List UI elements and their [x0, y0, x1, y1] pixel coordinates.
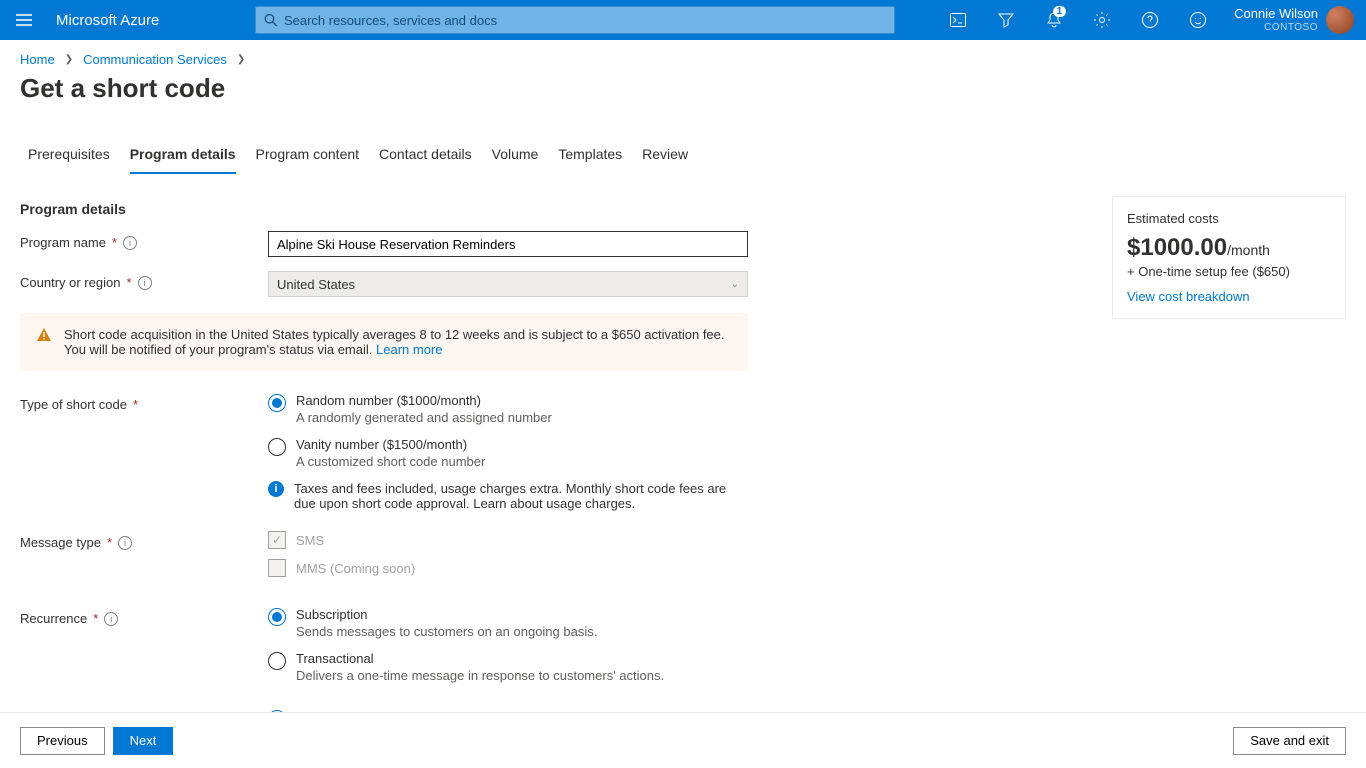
info-icon: i: [268, 481, 284, 497]
tab-program-details[interactable]: Program details: [130, 138, 236, 174]
topbar: Microsoft Azure 1 Connie Wilson CONTOSO: [0, 0, 1366, 40]
tab-templates[interactable]: Templates: [558, 138, 622, 174]
random-number-desc: A randomly generated and assigned number: [296, 410, 552, 425]
radio-random-number[interactable]: [268, 394, 286, 412]
chevron-down-icon: ⌄: [731, 279, 739, 290]
breadcrumb-comm-services[interactable]: Communication Services: [83, 52, 227, 67]
mms-label: MMS (Coming soon): [296, 561, 415, 576]
tab-contact-details[interactable]: Contact details: [379, 138, 472, 174]
tab-review[interactable]: Review: [642, 138, 688, 174]
warning-learn-more[interactable]: Learn more: [376, 342, 442, 357]
search-input[interactable]: [284, 13, 886, 28]
vanity-number-desc: A customized short code number: [296, 454, 485, 469]
search-icon: [264, 13, 278, 27]
topbar-icons: 1: [934, 0, 1222, 40]
brand-label: Microsoft Azure: [48, 12, 255, 29]
help-icon[interactable]: [1126, 0, 1174, 40]
user-tenant: CONTOSO: [1234, 22, 1318, 33]
next-button[interactable]: Next: [113, 727, 174, 755]
info-icon[interactable]: i: [118, 536, 132, 550]
program-name-label: Program name: [20, 235, 106, 250]
cost-panel: Estimated costs $1000.00/month + One-tim…: [1112, 196, 1346, 319]
hamburger-menu[interactable]: [0, 14, 48, 26]
directory-filter-icon[interactable]: [982, 0, 1030, 40]
radio-vanity-number[interactable]: [268, 438, 286, 456]
required-mark: *: [107, 535, 112, 550]
subscription-desc: Sends messages to customers on an ongoin…: [296, 624, 597, 639]
tab-program-content[interactable]: Program content: [256, 138, 360, 174]
chevron-right-icon: ❯: [65, 54, 73, 65]
notification-badge: 1: [1053, 6, 1067, 17]
chevron-right-icon: ❯: [237, 54, 245, 65]
cost-per: /month: [1227, 242, 1270, 258]
message-type-label: Message type: [20, 535, 101, 550]
cost-sub: + One-time setup fee ($650): [1127, 264, 1331, 279]
warning-icon: [36, 327, 52, 357]
page-title: Get a short code: [20, 73, 1346, 104]
required-mark: *: [133, 397, 138, 412]
save-and-exit-button[interactable]: Save and exit: [1233, 727, 1346, 755]
info-icon[interactable]: i: [104, 612, 118, 626]
type-of-short-code-label: Type of short code: [20, 397, 127, 412]
country-value: United States: [277, 277, 355, 292]
recurrence-label: Recurrence: [20, 611, 87, 626]
tab-prerequisites[interactable]: Prerequisites: [28, 138, 110, 174]
info-icon[interactable]: i: [138, 276, 152, 290]
required-mark: *: [112, 235, 117, 250]
tab-volume[interactable]: Volume: [492, 138, 539, 174]
cloud-shell-icon[interactable]: [934, 0, 982, 40]
country-select: United States ⌄: [268, 271, 748, 297]
notifications-icon[interactable]: 1: [1030, 0, 1078, 40]
avatar: [1326, 6, 1354, 34]
country-label: Country or region: [20, 275, 120, 290]
user-menu[interactable]: Connie Wilson CONTOSO: [1222, 6, 1366, 34]
warning-banner: Short code acquisition in the United Sta…: [20, 313, 748, 371]
radio-subscription[interactable]: [268, 608, 286, 626]
tabs: Prerequisites Program details Program co…: [20, 138, 1346, 175]
breadcrumb: Home ❯ Communication Services ❯: [20, 52, 1346, 67]
previous-button[interactable]: Previous: [20, 727, 105, 755]
user-name: Connie Wilson: [1234, 7, 1318, 21]
required-mark: *: [93, 611, 98, 626]
footer: Previous Next Save and exit: [0, 712, 1366, 768]
cost-amount: $1000.00: [1127, 234, 1227, 261]
program-name-input[interactable]: [268, 231, 748, 257]
radio-transactional[interactable]: [268, 652, 286, 670]
transactional-label: Transactional: [296, 651, 664, 666]
transactional-desc: Delivers a one-time message in response …: [296, 668, 664, 683]
cost-breakdown-link[interactable]: View cost breakdown: [1127, 289, 1250, 304]
info-icon[interactable]: i: [123, 236, 137, 250]
checkbox-mms: [268, 559, 286, 577]
cost-title: Estimated costs: [1127, 211, 1331, 226]
fees-info: i Taxes and fees included, usage charges…: [268, 481, 738, 511]
vanity-number-label: Vanity number ($1500/month): [296, 437, 485, 452]
sms-label: SMS: [296, 533, 324, 548]
breadcrumb-home[interactable]: Home: [20, 52, 55, 67]
global-search[interactable]: [255, 6, 895, 34]
required-mark: *: [126, 275, 131, 290]
subscription-label: Subscription: [296, 607, 597, 622]
random-number-label: Random number ($1000/month): [296, 393, 552, 408]
settings-icon[interactable]: [1078, 0, 1126, 40]
feedback-icon[interactable]: [1174, 0, 1222, 40]
checkbox-sms: [268, 531, 286, 549]
usage-charges-link[interactable]: Learn about usage charges.: [473, 496, 635, 511]
